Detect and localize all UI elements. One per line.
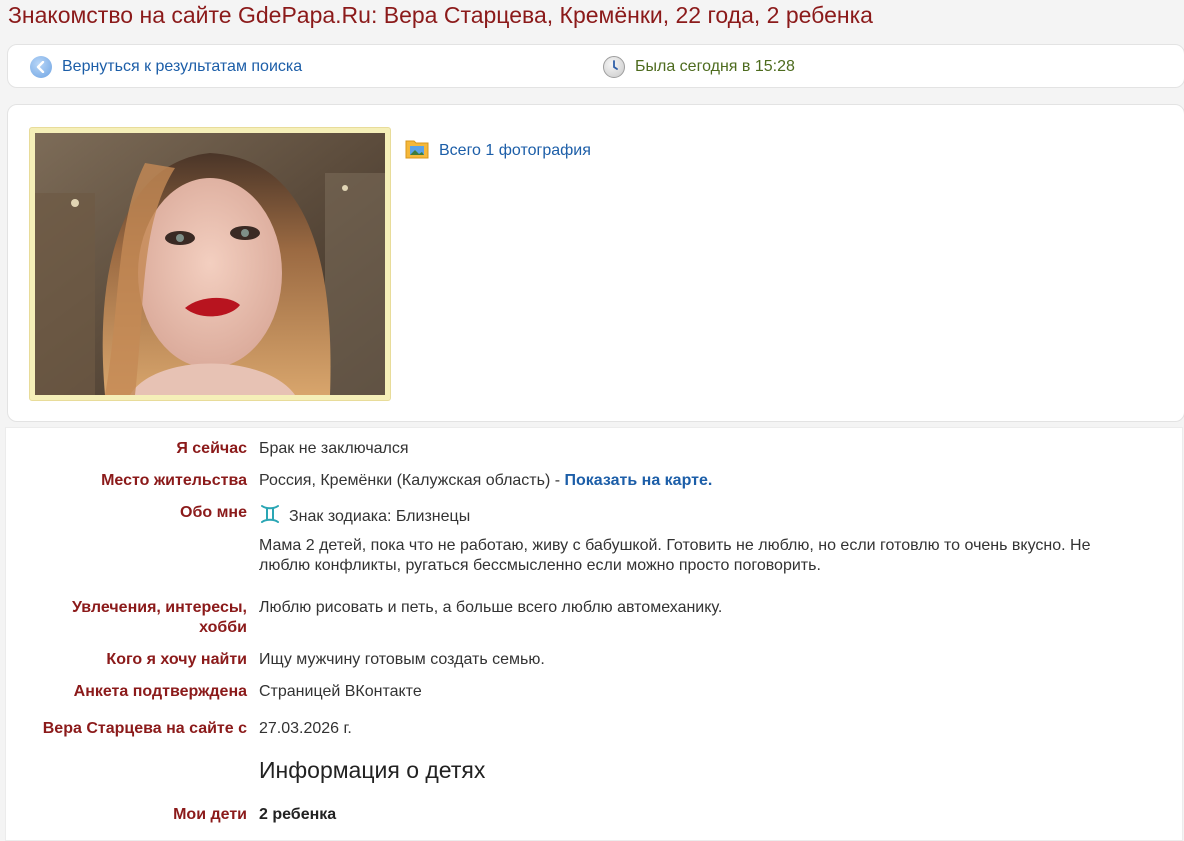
show-on-map-link[interactable]: Показать на карте. bbox=[565, 472, 713, 489]
hobbies-label-line2: хобби bbox=[199, 619, 247, 636]
about-label: Обо мне bbox=[180, 504, 247, 521]
clock-icon bbox=[603, 56, 625, 78]
hobbies-label-line1: Увлечения, интересы, bbox=[71, 599, 247, 616]
location-label: Место жительства bbox=[101, 472, 247, 489]
profile-photo-image bbox=[35, 133, 385, 395]
back-link-label: Вернуться к результатам поиска bbox=[62, 58, 303, 75]
verified-label: Анкета подтверждена bbox=[73, 683, 247, 700]
page-title: Знакомство на сайте GdePapa.Ru: Вера Ста… bbox=[8, 2, 873, 28]
status-value: Брак не заключался bbox=[259, 440, 409, 457]
chevron-left-icon bbox=[30, 56, 52, 78]
location-value: Россия, Кремёнки (Калужская область) - П… bbox=[259, 471, 712, 491]
back-to-results-link[interactable]: Вернуться к результатам поиска bbox=[30, 56, 302, 78]
status-label: Я сейчас bbox=[176, 440, 247, 457]
children-label: Мои дети bbox=[173, 806, 247, 823]
hobbies-label: Увлечения, интересы, хобби bbox=[6, 598, 247, 638]
zodiac-text: Знак зодиака: Близнецы bbox=[289, 508, 471, 526]
children-value: 2 ребенка bbox=[259, 806, 337, 823]
member-since-label: Вера Старцева на сайте с bbox=[42, 720, 247, 737]
verified-value: Страницей ВКонтакте bbox=[259, 683, 422, 700]
member-since-value: 27.03.2026 г. bbox=[259, 720, 352, 737]
about-text: Мама 2 детей, пока что не работаю, живу … bbox=[259, 537, 1091, 574]
photo-album-label: Всего 1 фотография bbox=[439, 141, 591, 159]
profile-photo[interactable] bbox=[35, 133, 385, 395]
seeking-label: Кого я хочу найти bbox=[106, 651, 247, 668]
children-section-title: Информация о детях bbox=[259, 757, 486, 783]
photo-album-link[interactable]: Всего 1 фотография bbox=[405, 137, 591, 164]
seeking-value: Ищу мужчину готовым создать семью. bbox=[259, 651, 545, 668]
location-text: Россия, Кремёнки (Калужская область) - bbox=[259, 472, 565, 489]
zodiac: Знак зодиака: Близнецы bbox=[259, 503, 470, 531]
last-seen-text: Была сегодня в 15:28 bbox=[635, 58, 795, 75]
profile-info: Я сейчас Брак не заключался Место житель… bbox=[5, 427, 1183, 841]
gemini-zodiac-icon bbox=[259, 503, 281, 531]
photo-panel: Всего 1 фотография bbox=[7, 104, 1184, 422]
profile-photo-frame[interactable] bbox=[29, 127, 391, 401]
photo-folder-icon bbox=[405, 137, 429, 164]
last-seen-status: Была сегодня в 15:28 bbox=[603, 56, 795, 78]
nav-bar: Вернуться к результатам поиска Была сего… bbox=[7, 44, 1184, 88]
hobbies-value: Люблю рисовать и петь, а больше всего лю… bbox=[259, 599, 723, 616]
